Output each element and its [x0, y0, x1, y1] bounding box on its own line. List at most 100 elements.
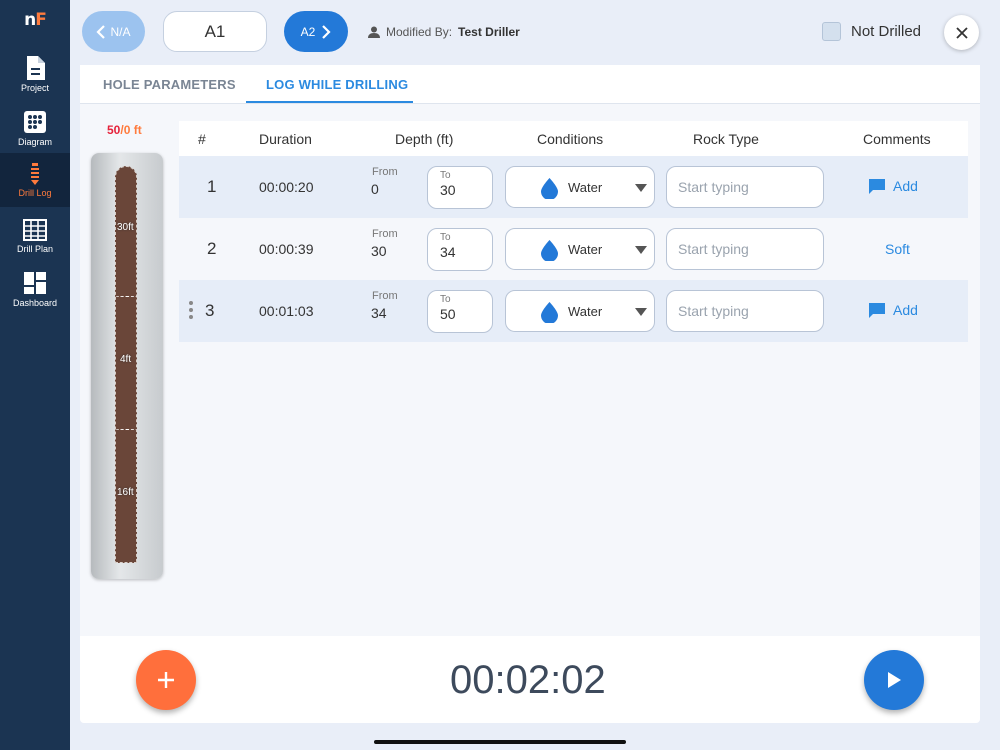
add-comment-button[interactable]: Add	[869, 302, 918, 318]
conditions-select[interactable]: Water	[505, 166, 655, 208]
col-header-comments: Comments	[863, 131, 931, 147]
active-tab-indicator	[246, 101, 413, 103]
sidebar-item-label: Project	[20, 83, 49, 93]
col-header-depth: Depth (ft)	[395, 131, 454, 147]
col-header-duration: Duration	[259, 131, 312, 147]
previous-hole-button[interactable]: N/A	[82, 11, 145, 52]
sidebar-item-label: Diagram	[17, 137, 52, 147]
caret-down-icon	[635, 246, 647, 254]
col-header-rock-type: Rock Type	[693, 131, 759, 147]
drag-handle-icon[interactable]	[189, 301, 193, 322]
row-duration: 00:00:20	[259, 179, 314, 195]
document-icon	[27, 56, 45, 80]
depth-counter: 50/0 ft	[107, 123, 142, 137]
caret-down-icon	[635, 184, 647, 192]
from-label: From	[372, 290, 398, 302]
sidebar-item-project[interactable]: Project	[0, 54, 70, 108]
sidebar-item-label: Drill Plan	[16, 244, 53, 254]
to-depth-input[interactable]: To 50	[427, 290, 493, 333]
from-label: From	[372, 228, 398, 240]
to-label: To	[440, 170, 451, 181]
modified-by: Modified By: Test Driller	[368, 25, 520, 39]
segment-label: 16ft	[117, 487, 134, 498]
tab-bar: HOLE PARAMETERS LOG WHILE DRILLING	[80, 65, 980, 104]
add-comment-button[interactable]: Add	[869, 178, 918, 194]
row-duration: 00:00:39	[259, 241, 314, 257]
conditions-select[interactable]: Water	[505, 228, 655, 270]
sidebar-item-label: Dashboard	[12, 298, 58, 308]
rock-type-input[interactable]	[666, 290, 824, 332]
add-row-button[interactable]	[136, 650, 196, 710]
comment-icon	[869, 302, 885, 318]
not-drilled-label: Not Drilled	[851, 23, 922, 40]
table-row[interactable]: 1 00:00:20 From 0 To30 Water Add	[179, 156, 968, 218]
segment-label: 4ft	[120, 354, 132, 365]
sidebar-item-label: Drill Log	[18, 188, 52, 198]
to-value: 30	[440, 182, 456, 198]
app-logo: nF	[24, 10, 47, 30]
modified-by-name: Test Driller	[458, 25, 520, 39]
footer-bar: 00:02:02	[80, 636, 980, 723]
table-row[interactable]: 3 00:01:03 From 34 To50 Water Add	[179, 280, 968, 342]
sidebar-item-drill-plan[interactable]: Drill Plan	[0, 215, 70, 269]
row-number: 2	[207, 239, 217, 258]
to-value: 34	[440, 244, 456, 260]
drill-timer: 00:02:02	[450, 658, 606, 702]
rock-type-input[interactable]	[666, 228, 824, 270]
table-grid-icon	[23, 219, 47, 241]
segment-divider	[115, 429, 137, 431]
chevron-right-icon	[322, 24, 331, 39]
to-depth-input[interactable]: To 30	[427, 166, 493, 209]
table-header: # Duration Depth (ft) Conditions Rock Ty…	[179, 121, 968, 156]
row-duration: 00:01:03	[259, 303, 314, 319]
main-panel: HOLE PARAMETERS LOG WHILE DRILLING 50/0 …	[80, 65, 980, 723]
water-drop-icon	[541, 302, 558, 323]
next-hole-button[interactable]: A2	[284, 11, 348, 52]
caret-down-icon	[635, 308, 647, 316]
current-hole-label: A1	[204, 21, 226, 41]
grid-dots-icon	[24, 111, 46, 133]
water-drop-icon	[541, 178, 558, 199]
comment-text[interactable]: Soft	[885, 241, 910, 257]
play-button[interactable]	[864, 650, 924, 710]
rock-type-input[interactable]	[666, 166, 824, 208]
to-depth-input[interactable]: To 34	[427, 228, 493, 271]
drill-icon	[31, 163, 39, 185]
col-header-conditions: Conditions	[537, 131, 604, 147]
home-indicator	[374, 740, 626, 744]
close-icon	[955, 26, 968, 39]
to-label: To	[440, 294, 451, 305]
water-drop-icon	[541, 240, 558, 261]
comment-icon	[869, 178, 885, 194]
modified-by-prefix: Modified By:	[386, 25, 453, 39]
tab-hole-parameters[interactable]: HOLE PARAMETERS	[103, 77, 236, 92]
sidebar: nF Project Diagram Drill Log Drill Plan …	[0, 0, 70, 750]
top-bar: N/A A1 A2 Modified By: Test Driller Not …	[70, 0, 1000, 64]
segment-label: 30ft	[117, 222, 134, 233]
not-drilled-checkbox[interactable]	[822, 22, 841, 41]
segment-divider	[115, 296, 137, 298]
conditions-value: Water	[568, 180, 603, 195]
to-value: 50	[440, 306, 456, 322]
sidebar-item-drill-log[interactable]: Drill Log	[0, 153, 70, 207]
to-label: To	[440, 232, 451, 243]
table-row[interactable]: 2 00:00:39 From 30 To34 Water Soft	[179, 218, 968, 280]
conditions-value: Water	[568, 242, 603, 257]
chevron-left-icon	[96, 24, 106, 39]
tab-log-while-drilling[interactable]: LOG WHILE DRILLING	[266, 77, 408, 92]
play-icon	[888, 672, 901, 688]
close-button[interactable]	[944, 15, 979, 50]
previous-hole-label: N/A	[110, 24, 131, 39]
from-value: 34	[371, 305, 387, 321]
current-hole-box[interactable]: A1	[163, 11, 267, 52]
from-value: 0	[371, 181, 379, 197]
next-hole-label: A2	[300, 24, 316, 39]
add-comment-label: Add	[893, 302, 918, 318]
col-header-number: #	[198, 131, 206, 147]
row-number: 3	[205, 301, 215, 320]
not-drilled-toggle[interactable]: Not Drilled	[822, 22, 921, 41]
dashboard-icon	[24, 272, 46, 294]
row-number: 1	[207, 177, 217, 196]
sidebar-item-dashboard[interactable]: Dashboard	[0, 268, 70, 322]
conditions-select[interactable]: Water	[505, 290, 655, 332]
